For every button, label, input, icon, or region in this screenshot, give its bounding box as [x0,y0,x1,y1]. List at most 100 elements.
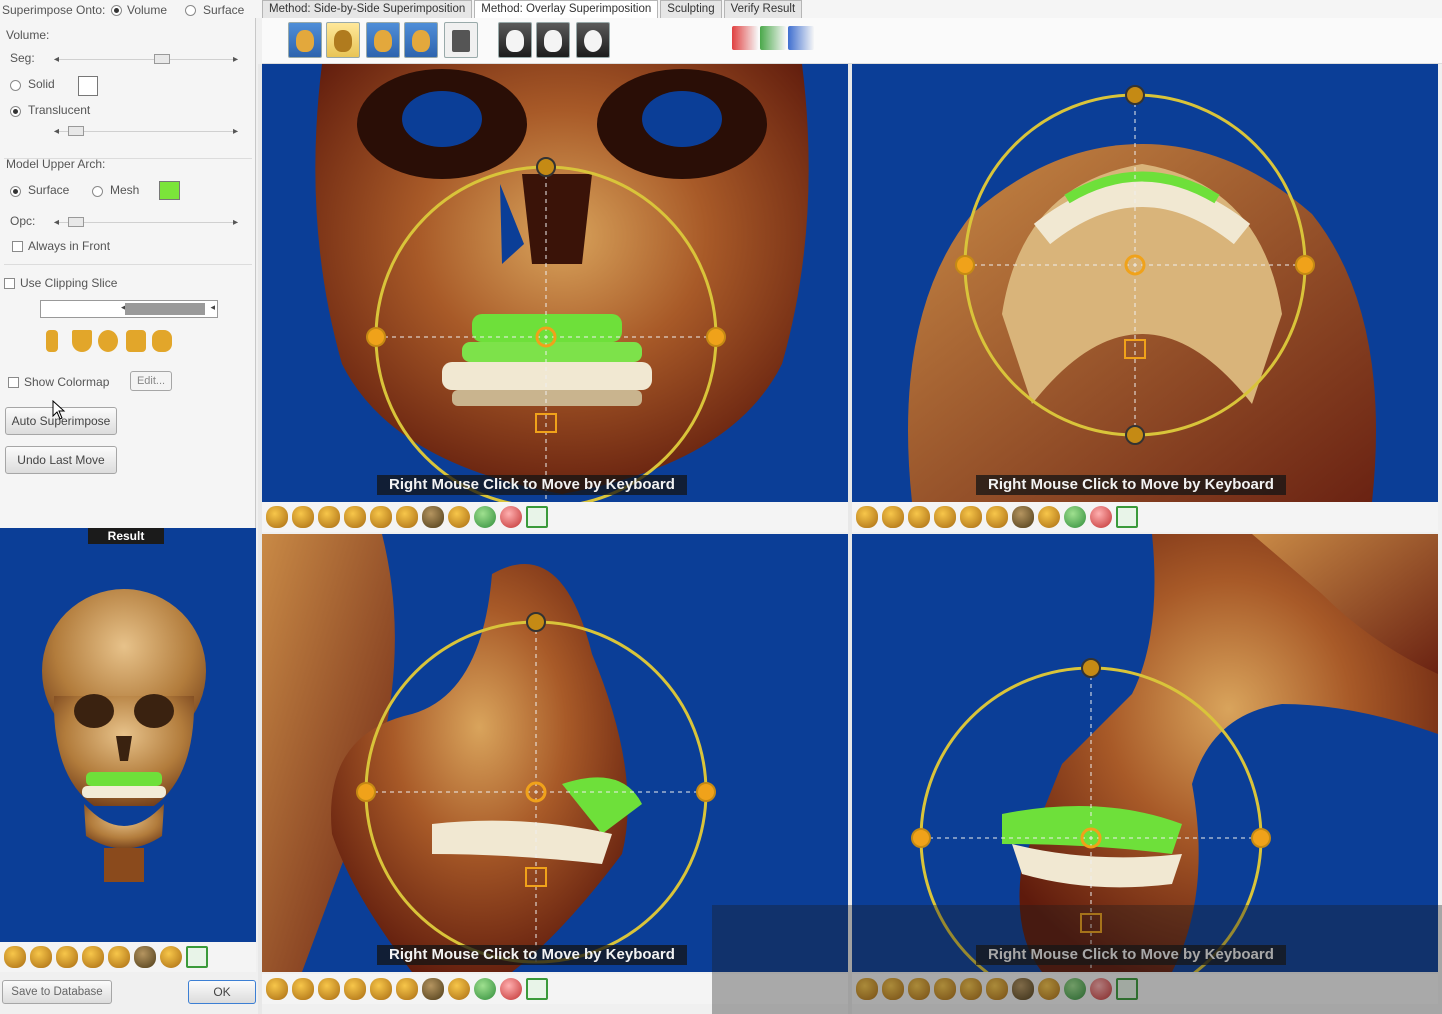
view-left-icon[interactable] [882,506,904,528]
tab-side-by-side[interactable]: Method: Side-by-Side Superimposition [262,0,473,18]
ok-button[interactable]: OK [188,980,256,1004]
view-bottom-icon[interactable] [396,978,418,1000]
rotate-skull-button[interactable] [288,22,322,58]
view-top-icon[interactable] [960,506,982,528]
clip-box-icon[interactable] [126,330,146,352]
solid-color-swatch[interactable] [78,76,98,96]
view-front-icon[interactable] [4,946,26,968]
view-front-icon[interactable] [266,506,288,528]
head-side-button[interactable] [536,22,570,58]
view-right-icon[interactable] [82,946,104,968]
zoom-in-icon[interactable] [1064,506,1086,528]
view-sphere-dark-icon[interactable] [422,978,444,1000]
clip-right-arrow-icon[interactable]: ◂ [210,302,215,313]
view-top-icon[interactable] [370,506,392,528]
model-surface-radio[interactable] [10,186,21,197]
clip-coronal-icon[interactable] [72,330,92,352]
translucency-slider[interactable]: ◂ ▸ [54,126,238,139]
view-back-icon[interactable] [318,978,340,1000]
view-right-icon[interactable] [934,506,956,528]
view-right-icon[interactable] [344,978,366,1000]
surface-radio[interactable] [185,5,196,16]
translucency-slider-thumb[interactable] [68,126,84,136]
save-to-database-button[interactable]: Save to Database [2,980,112,1004]
method-tabs: Method: Side-by-Side Superimposition Met… [262,0,804,19]
clip-sagittal-icon[interactable] [46,330,58,352]
clipping-range-bar[interactable]: ◂ ◂ [40,300,218,318]
always-in-front-checkbox[interactable] [12,241,23,252]
fit-view-icon[interactable] [526,506,548,528]
seg-left-arrow-icon[interactable]: ◂ [54,54,59,65]
fit-view-icon[interactable] [1116,506,1138,528]
tab-overlay[interactable]: Method: Overlay Superimposition [474,0,659,19]
head-front-button[interactable] [498,22,532,58]
view-top-icon[interactable] [370,978,392,1000]
view-bottom-icon[interactable] [986,506,1008,528]
view-sphere-dark-icon[interactable] [422,506,444,528]
cube-red-button[interactable] [732,26,758,50]
fit-view-icon[interactable] [526,978,548,1000]
view-back-icon[interactable] [318,506,340,528]
head-top-button[interactable] [576,22,610,58]
cube-green-button[interactable] [760,26,786,50]
fit-view-icon[interactable] [186,946,208,968]
show-colormap-checkbox[interactable] [8,377,19,388]
view-bottom-icon[interactable] [396,506,418,528]
toolbar [262,18,1442,64]
view-front-icon[interactable] [856,506,878,528]
view-back-icon[interactable] [56,946,78,968]
panel-divider[interactable] [258,64,262,1014]
view-right-icon[interactable] [344,506,366,528]
clip-cylinder-icon[interactable] [152,330,172,352]
view-front-icon[interactable] [266,978,288,1000]
use-clipping-checkbox[interactable] [4,278,15,289]
translucency-left-arrow-icon[interactable]: ◂ [54,126,59,137]
model-mesh-radio[interactable] [92,186,103,197]
view-left-icon[interactable] [30,946,52,968]
zoom-out-icon[interactable] [500,978,522,1000]
seg-slider[interactable]: ◂ ▸ [54,54,238,67]
model-color-swatch[interactable] [159,181,180,200]
zoom-out-icon[interactable] [500,506,522,528]
seg-right-arrow-icon[interactable]: ▸ [233,54,238,65]
opacity-slider-thumb[interactable] [68,217,84,227]
view-left-icon[interactable] [292,506,314,528]
zoom-in-icon[interactable] [474,506,496,528]
translucency-right-arrow-icon[interactable]: ▸ [233,126,238,137]
zoom-in-icon[interactable] [474,978,496,1000]
view-sphere-icon[interactable] [448,506,470,528]
single-view-button[interactable] [404,22,438,58]
view-sphere-icon[interactable] [448,978,470,1000]
view-sphere-icon[interactable] [160,946,182,968]
view-left-icon[interactable] [292,978,314,1000]
view-sphere-icon[interactable] [1038,506,1060,528]
tab-verify-result[interactable]: Verify Result [723,0,803,18]
opacity-right-arrow-icon[interactable]: ▸ [233,217,238,228]
quad-view-button[interactable] [366,22,400,58]
view-bottom-icon[interactable] [134,946,156,968]
viewport-divider-vertical[interactable] [848,64,852,1014]
layout-button[interactable] [444,22,478,58]
view-top-icon[interactable] [108,946,130,968]
solid-radio[interactable] [10,80,21,91]
viewport-inferior[interactable]: Right Mouse Click to Move by Keyboard [852,64,1438,502]
inferior-skull-render [908,85,1376,502]
opacity-left-arrow-icon[interactable]: ◂ [54,217,59,228]
model-surface-label: Surface [28,183,70,197]
opacity-slider[interactable]: ◂ ▸ [54,217,238,230]
seg-slider-thumb[interactable] [154,54,170,64]
undo-last-move-button[interactable]: Undo Last Move [5,446,117,474]
translucent-radio[interactable] [10,106,21,117]
cube-blue-button[interactable] [788,26,814,50]
viewport-front[interactable]: Right Mouse Click to Move by Keyboard [262,64,848,502]
volume-radio[interactable] [111,5,122,16]
pair-view-button[interactable] [326,22,360,58]
view-back-icon[interactable] [908,506,930,528]
edit-colormap-button[interactable]: Edit... [130,371,172,391]
clip-axial-icon[interactable] [98,330,118,352]
front-view-toolbar [262,502,848,532]
inferior-view-toolbar [852,502,1438,532]
tab-sculpting[interactable]: Sculpting [660,0,722,18]
zoom-out-icon[interactable] [1090,506,1112,528]
view-sphere-dark-icon[interactable] [1012,506,1034,528]
